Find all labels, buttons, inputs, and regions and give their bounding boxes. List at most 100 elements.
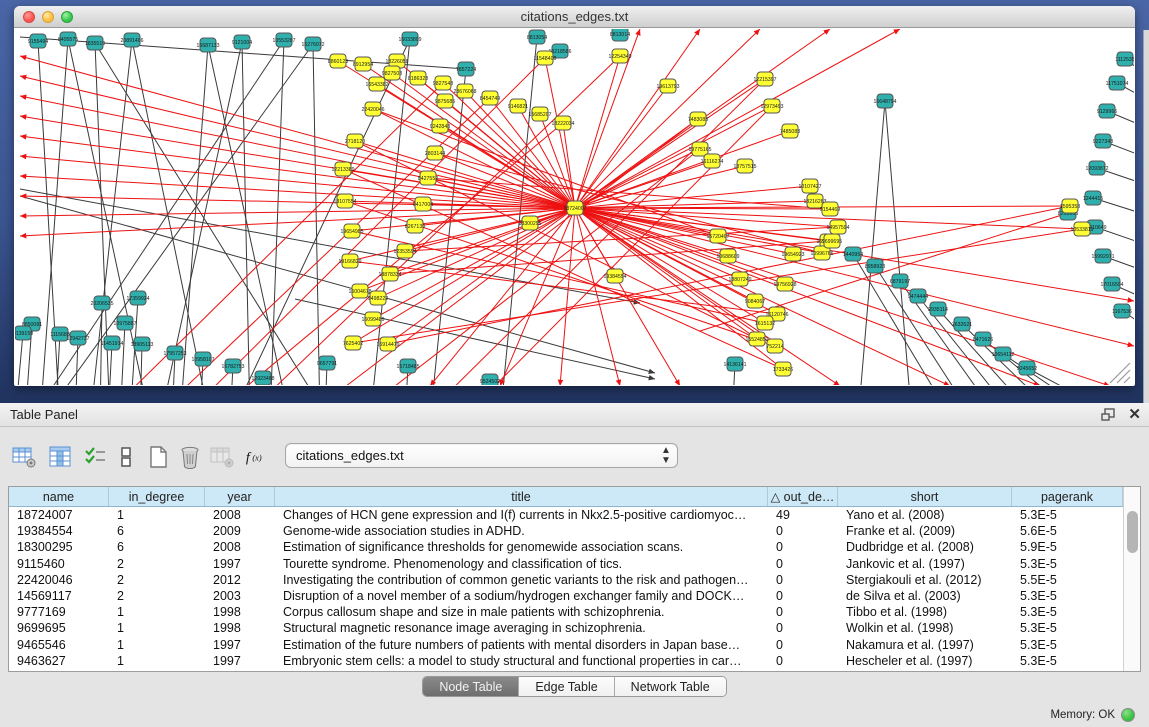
table-row[interactable]: 2242004622012Investigating the contribut… <box>9 572 1123 588</box>
table-cell[interactable]: 22420046 <box>9 572 109 588</box>
graph-node[interactable]: 2803144 <box>425 146 445 160</box>
column-header-pagerank[interactable]: pagerank <box>1012 487 1123 506</box>
graph-node[interactable]: 12353594 <box>393 244 416 258</box>
table-cell[interactable]: 1 <box>109 604 205 620</box>
graph-node[interactable]: 8813054 <box>527 30 547 44</box>
graph-node[interactable]: 11451914 <box>101 336 124 350</box>
graph-node[interactable]: 8427552 <box>418 171 438 185</box>
graph-node[interactable]: 12973493 <box>760 99 783 113</box>
graph-node[interactable]: 8860123 <box>328 54 348 68</box>
table-cell[interactable]: Dudbridge et al. (2008) <box>838 539 1012 555</box>
graph-node[interactable]: 7483083 <box>688 112 708 126</box>
graph-node[interactable]: 12093872 <box>1085 161 1108 175</box>
close-panel-icon[interactable]: ✕ <box>1128 406 1141 424</box>
graph-node[interactable]: 18724007 <box>563 201 586 215</box>
graph-node[interactable]: 18878334 <box>378 267 401 281</box>
graph-node[interactable]: 2935114 <box>928 302 948 316</box>
red-edge[interactable] <box>575 149 700 208</box>
graph-node[interactable]: 16648794 <box>873 94 896 108</box>
table-row[interactable]: 1456911722003Disruption of a novel membe… <box>9 588 1123 604</box>
table-cell[interactable]: Nakamura et al. (1997) <box>838 637 1012 653</box>
graph-node[interactable]: 19654923 <box>781 247 804 261</box>
table-scrollbar-thumb[interactable] <box>1127 511 1138 553</box>
table-cell[interactable]: 5.9E-5 <box>1012 539 1123 555</box>
black-edge[interactable] <box>15 333 23 385</box>
graph-node[interactable]: 2718120 <box>345 134 365 148</box>
table-column-icon[interactable] <box>46 443 74 471</box>
table-row[interactable]: 1830029562008Estimation of significance … <box>9 539 1123 555</box>
graph-node[interactable]: 19654985 <box>340 224 363 238</box>
column-header-in_degree[interactable]: in_degree <box>109 487 205 506</box>
table-row[interactable]: 977716911998Corpus callosum shape and si… <box>9 604 1123 620</box>
table-cell[interactable]: 0 <box>768 653 838 669</box>
table-cell[interactable]: 0 <box>768 556 838 572</box>
column-header-year[interactable]: year <box>205 487 275 506</box>
column-header-short[interactable]: short <box>838 487 1012 506</box>
graph-node[interactable]: 1167536 <box>1112 304 1132 318</box>
graph-node[interactable]: 752214 <box>766 339 783 353</box>
graph-node[interactable]: 6879197 <box>890 274 910 288</box>
table-cell[interactable]: 0 <box>768 620 838 636</box>
table-cell[interactable]: Hescheler et al. (1997) <box>838 653 1012 669</box>
graph-node[interactable]: 8454749 <box>480 91 500 105</box>
table-row[interactable]: 946362711997Embryonic stem cells: a mode… <box>9 653 1123 669</box>
table-cell[interactable]: 6 <box>109 539 205 555</box>
table-cell[interactable]: 1997 <box>205 653 275 669</box>
black-edge[interactable] <box>132 40 210 385</box>
graph-node[interactable]: 22420046 <box>361 102 384 116</box>
red-edge[interactable] <box>440 126 575 208</box>
table-cell[interactable]: Disruption of a novel member of a sodium… <box>275 588 768 604</box>
graph-node[interactable]: 1615132 <box>755 316 775 330</box>
graph-node[interactable]: 18757515 <box>733 159 756 173</box>
graph-node[interactable]: 8958923 <box>865 259 885 273</box>
red-edge[interactable] <box>575 29 760 208</box>
graph-node[interactable]: 17016504 <box>1100 277 1123 291</box>
table-cell[interactable]: Genome-wide association studies in ADHD. <box>275 523 768 539</box>
black-edge[interactable] <box>120 323 125 385</box>
red-edge[interactable] <box>355 141 757 339</box>
graph-node[interactable]: 7485083 <box>780 124 800 138</box>
graph-node[interactable]: 10975887 <box>113 316 136 330</box>
table-cell[interactable]: 5.6E-5 <box>1012 523 1123 539</box>
network-table-select[interactable]: citations_edges.txt ▲▼ <box>285 443 678 468</box>
table-cell[interactable]: 9777169 <box>9 604 109 620</box>
red-edge[interactable] <box>575 208 1134 346</box>
graph-node[interactable]: 1595358 <box>1060 199 1080 213</box>
graph-node[interactable]: 11751074 <box>1106 76 1129 90</box>
select-rows-icon[interactable] <box>82 443 110 471</box>
table-cell[interactable]: Estimation of the future numbers of pati… <box>275 637 768 653</box>
graph-node[interactable]: 9474444 <box>908 289 928 303</box>
graph-node[interactable]: 13905113 <box>131 337 154 351</box>
graph-node[interactable]: 16116274 <box>701 154 724 168</box>
table-cell[interactable]: 5.3E-5 <box>1012 588 1123 604</box>
graph-node[interactable]: 16687133 <box>196 38 219 52</box>
table-cell[interactable]: 2 <box>109 572 205 588</box>
table-cell[interactable]: 18300295 <box>9 539 109 555</box>
graph-node[interactable]: 23676068 <box>453 84 476 98</box>
table-cell[interactable]: 2012 <box>205 572 275 588</box>
graph-node[interactable]: 15720407 <box>706 229 729 243</box>
table-cell[interactable]: 0 <box>768 604 838 620</box>
graph-node[interactable]: 18807249 <box>728 272 751 286</box>
network-view-window[interactable]: citations_edges.txt 91554948405575183551… <box>14 6 1135 386</box>
graph-node[interactable]: 18107554 <box>333 194 356 208</box>
table-cell[interactable]: Changes of HCN gene expression and I(f) … <box>275 507 768 523</box>
graph-node[interactable]: 9121004 <box>232 35 252 49</box>
graph-node[interactable]: 12942737 <box>66 331 89 345</box>
red-edge[interactable] <box>430 208 575 385</box>
table-cell[interactable]: Yano et al. (2008) <box>838 507 1012 523</box>
table-cell[interactable]: 6 <box>109 523 205 539</box>
red-edge[interactable] <box>575 161 712 208</box>
graph-node[interactable]: 9699695 <box>822 234 842 248</box>
table-cell[interactable]: 0 <box>768 588 838 604</box>
graph-node[interactable]: 17957253 <box>163 346 186 360</box>
table-cell[interactable]: 1997 <box>205 556 275 572</box>
table-row[interactable]: 1938455462009Genome-wide association stu… <box>9 523 1123 539</box>
tab-network-table[interactable]: Network Table <box>615 677 726 696</box>
table-cell[interactable]: 18724007 <box>9 507 109 523</box>
graph-node[interactable]: 9084067 <box>745 294 765 308</box>
table-cell[interactable]: 9465546 <box>9 637 109 653</box>
red-edge[interactable] <box>575 208 1110 385</box>
graph-node[interactable]: 9827503 <box>382 66 402 80</box>
table-row[interactable]: 1872400712008Changes of HCN gene express… <box>9 507 1123 523</box>
